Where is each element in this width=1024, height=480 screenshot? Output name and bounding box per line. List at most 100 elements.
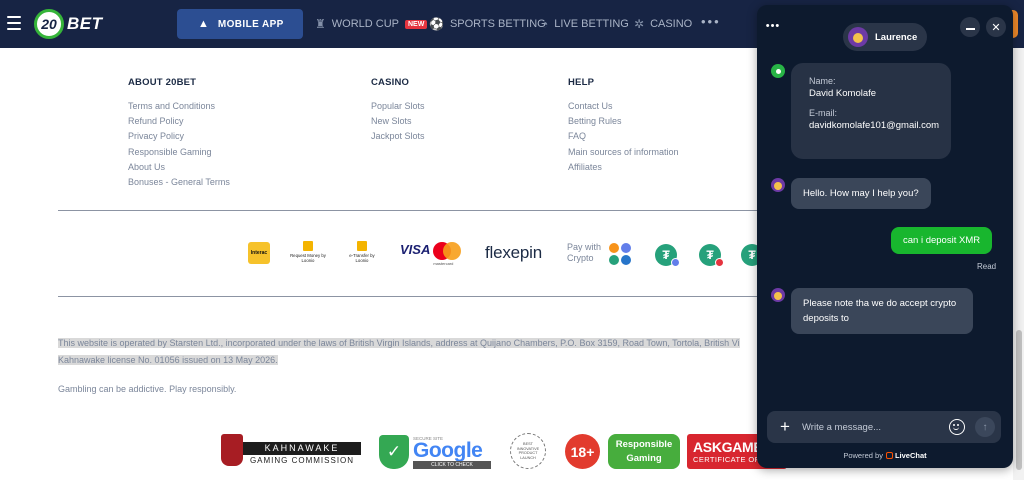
kahnawake-badge[interactable]: KAHNAWAKE GAMING COMMISSION — [221, 434, 361, 468]
attach-plus-icon[interactable]: + — [775, 417, 795, 437]
tether-small-icon — [609, 255, 619, 265]
interac-logo: Interac — [248, 242, 270, 264]
system-avatar-icon — [771, 64, 785, 78]
footer-link-privacy[interactable]: Privacy Policy — [128, 131, 230, 146]
legal-notice: This website is operated by Starsten Ltd… — [58, 335, 758, 369]
footer-link-affiliates[interactable]: Affiliates — [568, 162, 679, 177]
ethereum-network-icon — [671, 258, 680, 267]
agent-message-avatar — [771, 288, 785, 302]
responsible-gaming-badge[interactable]: Responsible Gaming — [608, 434, 680, 469]
prechat-form-card: Name: David Komolafe E-mail: davidkomola… — [791, 63, 951, 159]
award-seal-badge: BEST INNOVATIVE PRODUCT LAUNCH — [510, 433, 546, 469]
footer-link-refund[interactable]: Refund Policy — [128, 116, 230, 131]
user-message-1: can i deposit XMR — [891, 227, 993, 254]
emoji-icon[interactable] — [949, 419, 965, 435]
live-chat-window: ••• Laurence ✕ Name: David Komolafe E-ma… — [757, 5, 1013, 468]
message-read-status: Read — [977, 262, 997, 271]
chat-agent-header: Laurence — [843, 23, 927, 51]
tether-eth-icon: ₮ — [655, 244, 680, 267]
footer-help-title: HELP — [568, 77, 595, 88]
agent-name: Laurence — [875, 31, 918, 43]
pay-with-crypto-logo: Pay with Crypto — [567, 242, 637, 266]
kahnawake-emblem-icon — [221, 434, 243, 466]
kahnawake-title: KAHNAWAKE — [243, 442, 361, 455]
livechat-brand: LiveChat — [894, 451, 927, 460]
footer-link-new-slots[interactable]: New Slots — [371, 116, 425, 131]
chat-composer: + ↑ — [767, 411, 1001, 443]
android-icon: ▲ — [198, 18, 209, 30]
loonio-request-label: Request Money by Loonio — [290, 253, 326, 263]
footer-link-bonuses[interactable]: Bonuses - General Terms — [128, 177, 230, 192]
livechat-logo-icon — [885, 452, 893, 459]
footer-link-popular-slots[interactable]: Popular Slots — [371, 101, 425, 116]
close-icon: ✕ — [991, 21, 1001, 34]
google-wordmark: Google — [413, 439, 483, 463]
mobile-app-button[interactable]: ▲ MOBILE APP — [177, 9, 303, 39]
agent-message-2: Please note tha we do accept crypto depo… — [791, 288, 973, 334]
send-arrow-icon[interactable]: ↑ — [975, 417, 995, 437]
footer-link-faq[interactable]: FAQ — [568, 131, 679, 146]
chat-message-input[interactable] — [802, 418, 947, 436]
powered-by-label: Powered by — [843, 451, 883, 460]
agent-message-1: Hello. How may I help you? — [791, 178, 931, 209]
minimize-icon — [965, 28, 975, 30]
loonio-etransfer-label: e-Transfer by Loonio — [349, 253, 375, 263]
chat-close-button[interactable]: ✕ — [986, 17, 1006, 37]
tether-tron-icon: ₮ — [699, 244, 724, 267]
legal-line-2: Kahnawake license No. 01056 issued on 13… — [58, 355, 278, 365]
nav-world-cup[interactable]: ♜ WORLD CUP NEW — [315, 17, 428, 31]
flexepin-logo: flexepin — [485, 243, 542, 262]
site-logo[interactable]: 20 BET — [34, 9, 103, 39]
loonio-icon — [357, 241, 367, 251]
bitcoin-icon — [609, 243, 619, 253]
tether-symbol: ₮ — [706, 248, 714, 262]
footer-link-contact[interactable]: Contact Us — [568, 101, 679, 116]
footer-link-sources[interactable]: Main sources of information — [568, 147, 679, 162]
visa-mastercard-logo: VISA mastercard — [400, 242, 462, 266]
footer-about-title: ABOUT 20BET — [128, 77, 197, 88]
nav-casino[interactable]: ✲ CASINO — [634, 17, 692, 31]
agent-avatar — [848, 27, 868, 47]
footer-help-list: Contact Us Betting Rules FAQ Main source… — [568, 101, 679, 177]
form-email-label: E-mail: — [809, 108, 838, 118]
footer-link-jackpot-slots[interactable]: Jackpot Slots — [371, 131, 425, 146]
checkmark-shield-icon: ✓ — [379, 435, 409, 469]
age-18-badge: 18+ — [565, 434, 600, 469]
mastercard-label: mastercard — [433, 261, 454, 266]
chat-minimize-button[interactable] — [960, 17, 980, 37]
google-safe-badge[interactable]: ✓ SECURE SITE Google CLICK TO CHECK — [379, 435, 491, 469]
nav-live-betting[interactable]: ◔ LIVE BETTING — [541, 17, 629, 31]
responsible-gaming-line1: Responsible — [615, 439, 673, 450]
visa-label: VISA — [400, 242, 431, 257]
footer-link-about-us[interactable]: About Us — [128, 162, 230, 177]
ethereum-icon — [621, 243, 631, 253]
nav-world-cup-label: WORLD CUP — [331, 18, 399, 30]
form-email-value: davidkomolafe101@gmail.com — [809, 120, 940, 131]
mastercard-icon: mastercard — [433, 242, 462, 266]
nav-sports-betting-label: SPORTS BETTING — [449, 18, 546, 30]
form-name-label: Name: — [809, 76, 836, 86]
legal-line-1: This website is operated by Starsten Ltd… — [58, 338, 740, 348]
footer-divider-bottom — [58, 296, 758, 297]
responsible-gaming-line2: Gaming — [626, 453, 662, 464]
footer-link-betting-rules[interactable]: Betting Rules — [568, 116, 679, 131]
google-word: Google — [413, 439, 483, 462]
chat-options-icon[interactable]: ••• — [763, 16, 783, 36]
footer-about-list: Terms and Conditions Refund Policy Priva… — [128, 101, 230, 192]
footer-casino-title: CASINO — [371, 77, 410, 88]
logo-number: 20 — [34, 9, 64, 39]
more-menu-icon[interactable]: ••• — [701, 14, 721, 29]
google-click-to-check: CLICK TO CHECK — [413, 461, 491, 469]
page-scrollbar-thumb[interactable] — [1016, 330, 1022, 470]
powered-by-livechat[interactable]: Powered by LiveChat — [757, 451, 1013, 460]
form-name-value: David Komolafe — [809, 88, 877, 99]
logo-text: BET — [67, 14, 103, 33]
gambling-warning: Gambling can be addictive. Play responsi… — [58, 384, 237, 394]
tether-symbol: ₮ — [662, 248, 670, 262]
nav-sports-betting[interactable]: ⚽ SPORTS BETTING — [429, 17, 546, 31]
footer-link-responsible[interactable]: Responsible Gaming — [128, 147, 230, 162]
hamburger-menu-icon[interactable] — [7, 16, 21, 30]
mobile-app-label: MOBILE APP — [217, 18, 284, 30]
agent-message-avatar — [771, 178, 785, 192]
footer-link-terms[interactable]: Terms and Conditions — [128, 101, 230, 116]
